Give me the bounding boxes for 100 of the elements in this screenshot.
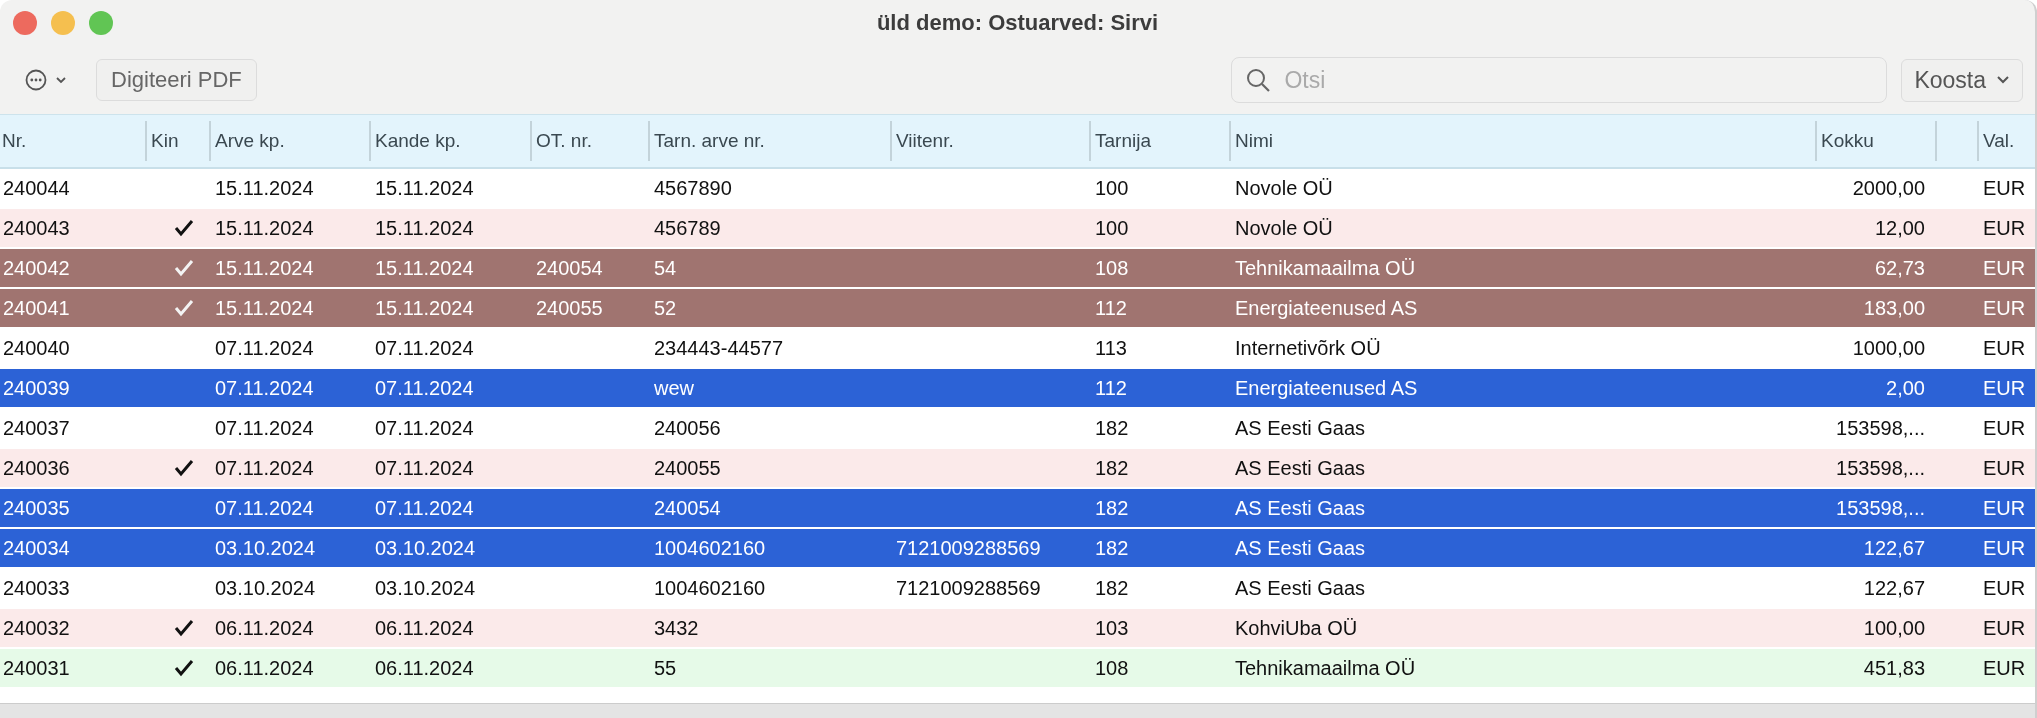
zoom-icon[interactable]	[89, 11, 113, 35]
column-header[interactable]: Tarnija	[1089, 121, 1229, 161]
invoice-number-cell: 54	[654, 256, 677, 280]
invoice-number-cell: 240054	[654, 496, 721, 520]
amount-cell: 153598,...	[1836, 496, 1925, 520]
date-cell: 03.10.2024	[375, 536, 476, 560]
date-cell: 06.11.2024	[215, 656, 314, 680]
supplier-code-cell: 182	[1095, 536, 1129, 560]
name-cell: AS Eesti Gaas	[1235, 416, 1366, 440]
invoice-number-cell: 55	[654, 656, 677, 680]
name-cell: AS Eesti Gaas	[1235, 496, 1366, 520]
invoice-number-cell: 1004602160	[654, 536, 766, 560]
number-cell: 240036	[3, 456, 70, 480]
number-cell: 240042	[3, 256, 70, 280]
date-cell: 07.11.2024	[375, 376, 474, 400]
invoice-number-cell: wew	[654, 376, 694, 400]
amount-cell: 12,00	[1874, 216, 1925, 240]
invoice-number-cell: 1004602160	[654, 576, 766, 600]
amount-cell: 62,73	[1874, 256, 1925, 280]
name-cell: AS Eesti Gaas	[1235, 456, 1366, 480]
invoice-number-cell: 4567890	[654, 176, 732, 200]
date-cell: 07.11.2024	[215, 496, 314, 520]
number-cell: 240043	[3, 216, 70, 240]
date-cell: 07.11.2024	[215, 376, 314, 400]
name-cell: AS Eesti Gaas	[1235, 536, 1366, 560]
column-header[interactable]: Val.	[1977, 121, 2035, 161]
date-cell: 15.11.2024	[215, 216, 314, 240]
amount-cell: 153598,...	[1836, 416, 1925, 440]
currency-cell: EUR	[1983, 336, 2026, 360]
number-cell: 240039	[3, 376, 70, 400]
supplier-code-cell: 100	[1095, 176, 1129, 200]
invoice-number-cell: 3432	[654, 616, 699, 640]
minimize-icon[interactable]	[51, 11, 75, 35]
supplier-code-cell: 103	[1095, 616, 1129, 640]
column-header[interactable]: Kande kp.	[369, 121, 530, 161]
currency-cell: EUR	[1983, 496, 2026, 520]
order-cell: 240054	[536, 256, 603, 280]
table-row[interactable]: 240042 15.11.2024 15.11.2024 240054 54 108 Tehnikamaailma OÜ 62,73 EUR	[0, 249, 2035, 287]
table-row[interactable]: 240036 07.11.2024 07.11.2024 240055 182 AS Eesti Gaas 153598,... EUR	[0, 449, 2035, 487]
number-cell: 240034	[3, 536, 70, 560]
date-cell: 15.11.2024	[375, 296, 474, 320]
name-cell: Energiateenused AS	[1235, 376, 1418, 400]
compose-button[interactable]: Koosta	[1901, 58, 2023, 102]
number-cell: 240033	[3, 576, 70, 600]
column-header[interactable]: Viitenr.	[890, 121, 1089, 161]
supplier-code-cell: 108	[1095, 656, 1129, 680]
date-cell: 07.11.2024	[375, 456, 474, 480]
name-cell: Novole OÜ	[1235, 176, 1333, 200]
date-cell: 07.11.2024	[215, 456, 314, 480]
search-field[interactable]: Otsi	[1231, 57, 1888, 103]
number-cell: 240040	[3, 336, 70, 360]
supplier-code-cell: 182	[1095, 496, 1129, 520]
number-cell: 240037	[3, 416, 70, 440]
table-row[interactable]: 240032 06.11.2024 06.11.2024 3432 103 KohviUba OÜ 100,00 EUR	[0, 609, 2035, 647]
table-row[interactable]: 240031 06.11.2024 06.11.2024 55 108 Tehnikamaailma OÜ 451,83 EUR	[0, 649, 2035, 687]
table-row[interactable]: 240035 07.11.2024 07.11.2024 240054 182 AS Eesti Gaas 153598,... EUR	[0, 489, 2035, 527]
name-cell: Tehnikamaailma OÜ	[1235, 656, 1416, 680]
invoice-number-cell: 52	[654, 296, 677, 320]
column-header[interactable]: Tarn. arve nr.	[648, 121, 890, 161]
name-cell: Tehnikamaailma OÜ	[1235, 256, 1416, 280]
supplier-code-cell: 108	[1095, 256, 1129, 280]
window-title: üld demo: Ostuarved: Sirvi	[876, 10, 1159, 36]
column-header[interactable]: OT. nr.	[530, 121, 648, 161]
amount-cell: 1000,00	[1852, 336, 1925, 360]
digitize-pdf-button[interactable]: Digiteeri PDF	[96, 59, 257, 101]
reference-cell: 7121009288569	[896, 576, 1041, 600]
date-cell: 07.11.2024	[375, 416, 474, 440]
column-header[interactable]: Nr.	[0, 121, 145, 161]
date-cell: 03.10.2024	[215, 576, 316, 600]
currency-cell: EUR	[1983, 456, 2026, 480]
date-cell: 07.11.2024	[215, 336, 314, 360]
amount-cell: 183,00	[1863, 296, 1925, 320]
amount-cell: 122,67	[1863, 576, 1925, 600]
name-cell: Energiateenused AS	[1235, 296, 1418, 320]
currency-cell: EUR	[1983, 296, 2026, 320]
supplier-code-cell: 100	[1095, 216, 1129, 240]
date-cell: 15.11.2024	[375, 176, 474, 200]
currency-cell: EUR	[1983, 616, 2026, 640]
table-row[interactable]: 240034 03.10.2024 03.10.2024 1004602160 7121009288569 182 AS Eesti Gaas 122,67 EUR	[0, 529, 2035, 567]
table-row[interactable]: 240039 07.11.2024 07.11.2024 wew 112 Energiateenused AS 2,00 EUR	[0, 369, 2035, 407]
supplier-code-cell: 112	[1095, 296, 1127, 320]
currency-cell: EUR	[1983, 656, 2026, 680]
column-header[interactable]: Kokku	[1815, 121, 1935, 161]
table-row[interactable]: 240041 15.11.2024 15.11.2024 240055 52 112 Energiateenused AS 183,00 EUR	[0, 289, 2035, 327]
column-header[interactable]: Arve kp.	[209, 121, 369, 161]
date-cell: 03.10.2024	[375, 576, 476, 600]
amount-cell: 451,83	[1863, 656, 1925, 680]
date-cell: 07.11.2024	[375, 336, 474, 360]
column-header[interactable]: Kin	[145, 121, 209, 161]
date-cell: 06.11.2024	[375, 656, 474, 680]
date-cell: 15.11.2024	[215, 296, 314, 320]
amount-cell: 2000,00	[1852, 176, 1925, 200]
table-row[interactable]: 240043 15.11.2024 15.11.2024 456789 100 Novole OÜ 12,00 EUR	[0, 209, 2035, 247]
currency-cell: EUR	[1983, 176, 2026, 200]
column-header[interactable]: Nimi	[1229, 121, 1815, 161]
supplier-code-cell: 182	[1095, 576, 1129, 600]
number-cell: 240044	[3, 176, 70, 200]
close-icon[interactable]	[13, 11, 37, 35]
amount-cell: 2,00	[1886, 376, 1925, 400]
reference-cell: 7121009288569	[896, 536, 1041, 560]
